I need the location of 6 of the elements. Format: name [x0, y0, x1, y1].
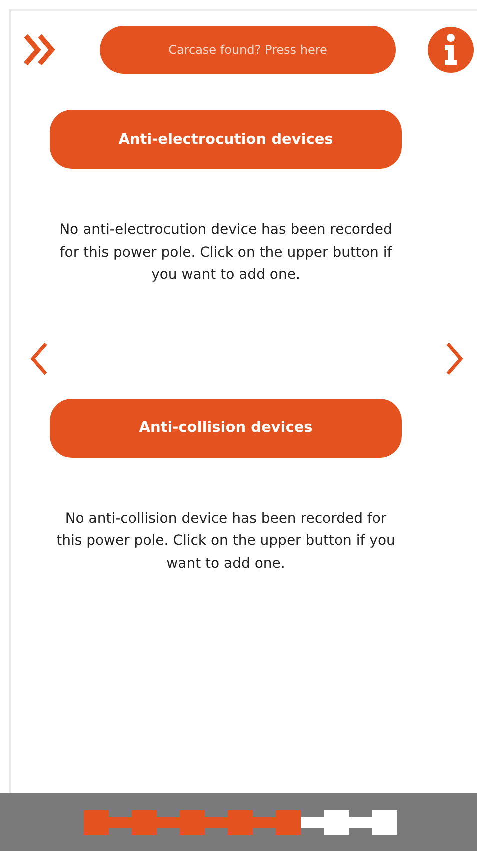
empty-message: No anti-electrocution device has been recorded for this power pole. Click on the upper button if you want to add one. — [58, 221, 394, 285]
report-carcase-button[interactable]: Carcase found? Press here — [100, 26, 396, 74]
add-device-button[interactable]: Anti-collision devices — [50, 398, 402, 458]
add-device-button[interactable]: Anti-electrocution devices — [50, 110, 402, 169]
empty-message: No anti-collision device has been recorded for this power pole. Click on the upper button if you want to add one. — [56, 510, 396, 574]
info-icon[interactable] — [428, 27, 474, 73]
